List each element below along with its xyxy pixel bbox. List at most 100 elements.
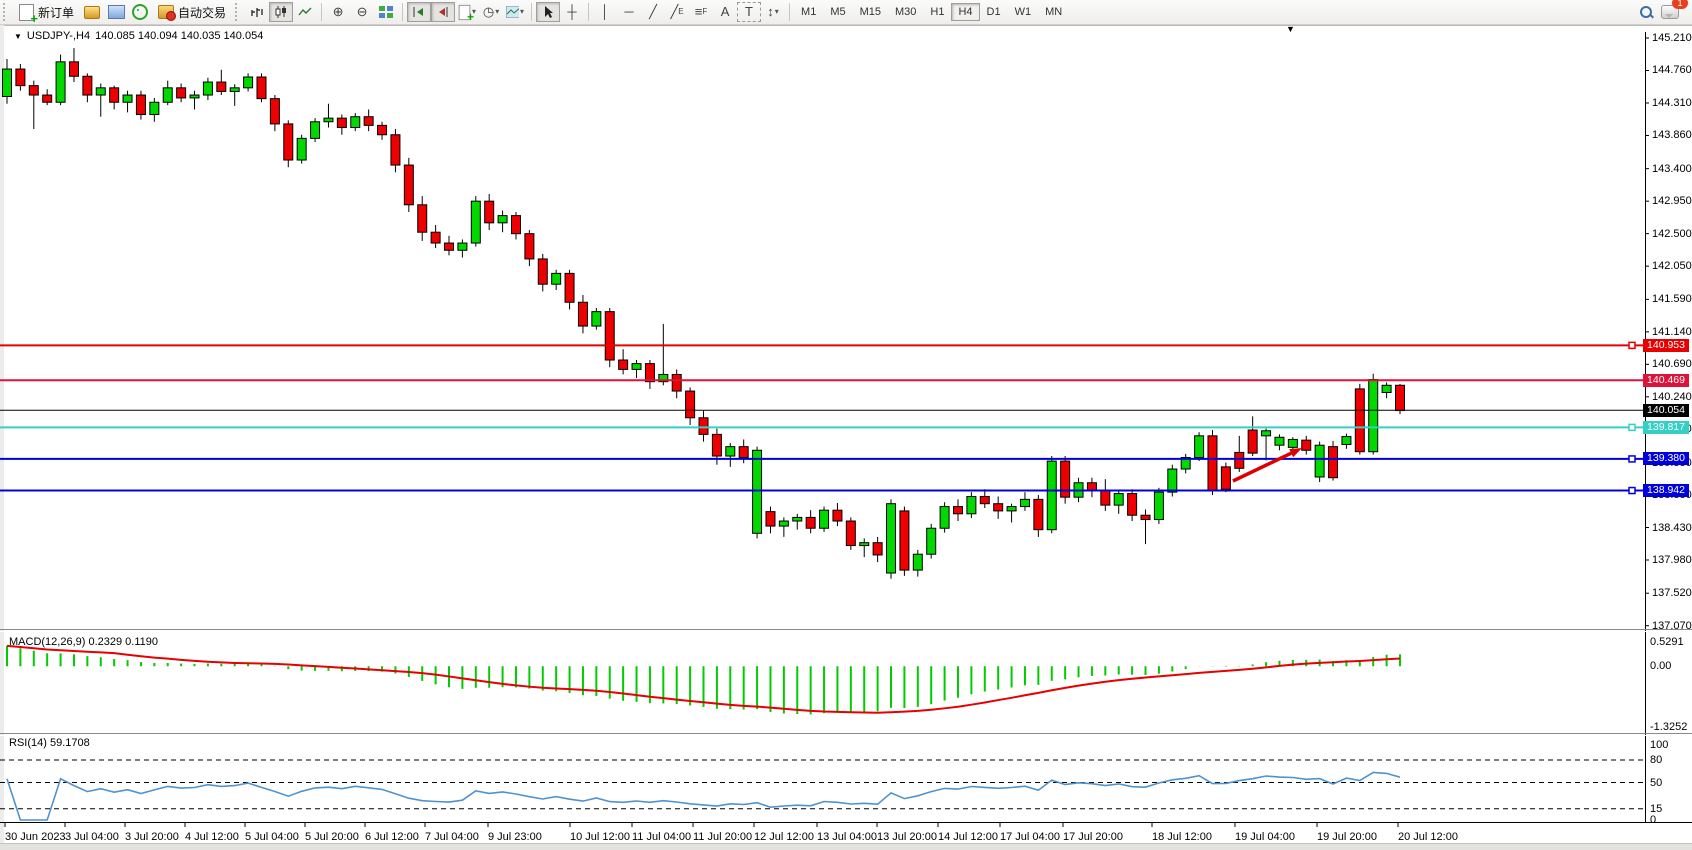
candle-body [203,82,212,95]
price-tick-label: 144.760 [1652,64,1692,76]
time-tick-label: 5 Jul 04:00 [245,831,299,843]
candle-body [1355,389,1364,452]
price-tick-label: 137.070 [1652,620,1692,632]
arrow-annotation-head[interactable] [1289,448,1302,457]
indicator-scale-label: 0 [1650,814,1656,826]
time-tick-label: 10 Jul 12:00 [570,831,630,843]
candle-body [177,88,186,98]
price-tick-label: 138.430 [1652,522,1692,534]
candle-body [833,510,842,521]
candle-body [391,135,400,165]
time-tick-label: 19 Jul 04:00 [1235,831,1295,843]
candle-body [324,118,333,122]
time-tick-label: 17 Jul 20:00 [1063,831,1123,843]
indicator-scale-label: 100 [1650,739,1668,751]
price-tick-label: 140.240 [1652,391,1692,403]
candle-body [163,88,172,102]
candle-body [110,88,119,102]
candle-body [1369,380,1378,452]
time-tick-label: 11 Jul 04:00 [632,831,691,843]
time-tick-label: 3 Jul 04:00 [65,831,119,843]
candle-body [16,69,25,86]
line-handle-138.942[interactable] [1629,488,1635,494]
candle-body [565,273,574,302]
candle-body [1262,431,1271,436]
candle-body [538,259,547,284]
candle-body [1302,440,1311,450]
candle-body [672,374,681,391]
candle-body [96,88,105,95]
candle-body [525,234,534,259]
price-badge-139.817: 139.817 [1643,421,1689,434]
candle-body [1087,483,1096,490]
candle-body [511,216,520,234]
candle-body [927,528,936,554]
rsi-line [7,773,1400,821]
candle-body [753,450,762,533]
candle-body [230,88,239,92]
price-badge-140.953: 140.953 [1643,339,1689,352]
line-handle-139.380[interactable] [1629,456,1635,462]
price-chart-canvas[interactable] [0,0,1692,850]
candle-body [485,201,494,223]
candle-body [739,447,748,458]
candle-body [1061,461,1070,497]
rsi-indicator-label: RSI(14) 59.1708 [9,737,90,749]
candle-body [552,273,561,284]
indicator-scale-label: -1.3252 [1650,721,1687,733]
candle-body [56,62,65,102]
candle-body [123,95,132,102]
candle-body [632,364,641,370]
candle-body [337,118,346,127]
candle-body [887,504,896,573]
price-tick-label: 137.520 [1652,587,1692,599]
candle-body [1396,385,1405,410]
candle-body [244,77,253,88]
candle-body [3,69,12,96]
candle-body [498,216,507,223]
candle-body [1235,452,1244,468]
candle-body [284,124,293,160]
candle-body [806,517,815,528]
candle-body [418,205,427,232]
rsi-value: 59.1708 [50,737,90,749]
candle-body [1342,437,1351,445]
price-tick-label: 141.590 [1652,293,1692,305]
candle-body [619,360,628,369]
time-tick-label: 12 Jul 12:00 [754,831,814,843]
price-badge-138.942: 138.942 [1643,484,1689,497]
candle-body [270,99,279,124]
indicator-scale-label: 50 [1650,777,1662,789]
price-tick-label: 143.860 [1652,129,1692,141]
time-tick-label: 18 Jul 12:00 [1152,831,1212,843]
time-tick-label: 14 Jul 12:00 [938,831,998,843]
candle-body [29,86,38,95]
price-tick-label: 142.050 [1652,260,1692,272]
candle-body [592,312,601,326]
time-tick-label: 13 Jul 20:00 [877,831,937,843]
candle-body [873,543,882,555]
candle-body [404,165,413,205]
time-tick-label: 3 Jul 20:00 [125,831,179,843]
candle-body [1020,499,1029,506]
candle-body [712,434,721,456]
candle-body [686,391,695,418]
price-tick-label: 143.400 [1652,163,1692,175]
indicator-scale-label: 0.00 [1650,660,1671,672]
indicator-scale-label: 15 [1650,803,1662,815]
price-tick-label: 141.140 [1652,326,1692,338]
mt4-application-window: 新订单 自动交易 ⊕ ⊖ ▾ ◷▾ ▾ ┼ │ ─ ╱ ╱E ≡F A T ↕▾ [0,0,1692,850]
line-handle-140.953[interactable] [1629,342,1635,348]
candle-body [445,243,454,250]
candle-body [1382,385,1391,392]
time-tick-label: 4 Jul 12:00 [185,831,239,843]
line-handle-139.817[interactable] [1629,424,1635,430]
candle-body [1288,439,1297,447]
candle-body [793,517,802,521]
candle-body [1275,437,1284,445]
candle-body [1329,447,1338,478]
candle-body [726,447,735,456]
price-badge-140.054: 140.054 [1643,404,1689,417]
candle-body [900,511,909,570]
time-tick-label: 19 Jul 20:00 [1317,831,1377,843]
